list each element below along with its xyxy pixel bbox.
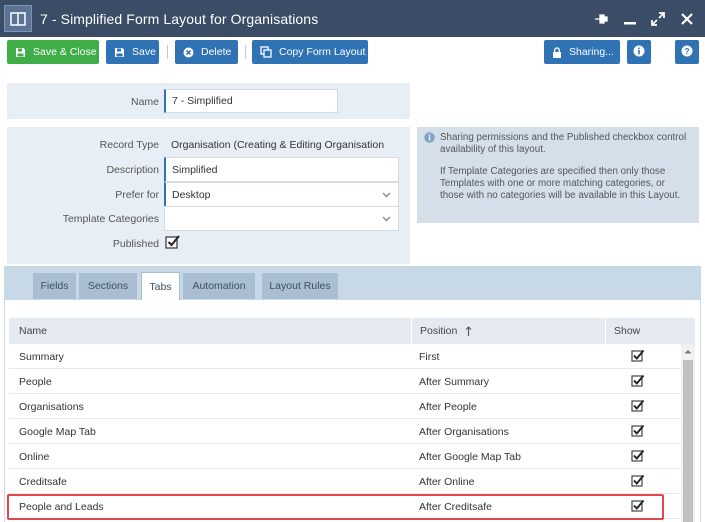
save-close-button[interactable]: Save & Close <box>7 40 99 64</box>
window-title: 7 - Simplified Form Layout for Organisat… <box>40 11 319 27</box>
record-type-label: Record Type <box>99 139 159 151</box>
toolbar: Save & Close Save Delete Copy Form Layou… <box>0 37 705 70</box>
description-field[interactable]: Simplified <box>164 157 399 182</box>
info-icon <box>424 132 435 146</box>
toolbar-divider <box>245 45 246 59</box>
info-paragraph-2: If Template Categories are specified the… <box>440 166 681 201</box>
layout-panel-icon[interactable] <box>4 5 32 32</box>
name-label: Name <box>130 96 159 108</box>
delete-button[interactable]: Delete <box>175 40 238 64</box>
delete-icon <box>183 47 194 58</box>
table-row[interactable]: Creditsafe After Online <box>9 469 681 494</box>
prefer-for-label: Prefer for <box>115 189 159 201</box>
save-button[interactable]: Save <box>106 40 159 64</box>
window-titlebar: 7 - Simplified Form Layout for Organisat… <box>0 0 705 37</box>
row-name: Google Map Tab <box>19 426 96 438</box>
info-icon <box>633 45 645 60</box>
header-divider <box>411 318 412 344</box>
table-row[interactable]: Organisations After People <box>9 394 681 419</box>
grid-scrollbar[interactable] <box>681 344 695 522</box>
table-row[interactable]: People After Summary <box>9 369 681 394</box>
help-icon: ? <box>681 45 693 60</box>
show-checkbox[interactable] <box>631 499 645 513</box>
description-label: Description <box>106 164 159 176</box>
save-icon <box>114 47 125 58</box>
minimize-icon[interactable] <box>620 9 640 29</box>
record-type-value: Organisation (Creating & Editing Organis… <box>171 139 385 151</box>
tab-tabs[interactable]: Tabs <box>141 272 180 300</box>
expand-icon[interactable] <box>648 9 668 29</box>
row-name: Summary <box>19 351 64 363</box>
info-button[interactable] <box>627 40 651 64</box>
show-checkbox[interactable] <box>631 474 645 488</box>
row-name: People <box>19 376 52 388</box>
name-field[interactable]: 7 - Simplified <box>164 89 338 113</box>
row-name: People and Leads <box>19 501 104 513</box>
sort-ascending-icon <box>465 325 472 337</box>
header-name[interactable]: Name <box>19 318 47 344</box>
row-position: First <box>419 351 440 363</box>
tab-strip: Fields Sections Tabs Automation Layout R… <box>4 266 701 300</box>
row-position: After Organisations <box>419 426 509 438</box>
template-categories-label: Template Categories <box>62 213 159 225</box>
header-show[interactable]: Show <box>614 318 640 344</box>
copy-form-layout-button[interactable]: Copy Form Layout <box>252 40 368 64</box>
lock-icon <box>552 46 562 58</box>
show-checkbox[interactable] <box>631 374 645 388</box>
published-checkbox[interactable] <box>165 234 181 250</box>
copy-icon <box>260 46 272 58</box>
tab-fields[interactable]: Fields <box>33 273 76 299</box>
close-icon[interactable] <box>677 9 697 29</box>
row-position: After Google Map Tab <box>419 451 521 463</box>
scroll-thumb[interactable] <box>683 360 693 522</box>
chevron-down-icon <box>382 189 391 201</box>
scroll-up-icon[interactable] <box>681 344 695 358</box>
info-text: Sharing permissions and the Published ch… <box>440 132 690 212</box>
info-paragraph-1: Sharing permissions and the Published ch… <box>440 132 687 155</box>
table-row[interactable]: Summary First <box>9 344 681 369</box>
tab-sections[interactable]: Sections <box>79 273 137 299</box>
svg-text:?: ? <box>684 46 689 56</box>
table-row[interactable]: Online After Google Map Tab <box>9 444 681 469</box>
tab-automation[interactable]: Automation <box>183 273 255 299</box>
table-row[interactable]: Google Map Tab After Organisations <box>9 419 681 444</box>
row-name: Organisations <box>19 401 84 413</box>
show-checkbox[interactable] <box>631 399 645 413</box>
show-checkbox[interactable] <box>631 449 645 463</box>
grid-header: Name Position Show <box>9 318 695 344</box>
published-label: Published <box>112 238 159 250</box>
help-button[interactable]: ? <box>675 40 699 64</box>
table-row[interactable]: People and Leads After Creditsafe <box>9 494 681 519</box>
prefer-for-select[interactable]: Desktop <box>164 182 399 207</box>
show-checkbox[interactable] <box>631 349 645 363</box>
row-position: After Online <box>419 476 475 488</box>
sharing-button[interactable]: Sharing... <box>544 40 620 64</box>
pin-icon[interactable] <box>591 9 611 29</box>
info-panel: Sharing permissions and the Published ch… <box>417 127 699 223</box>
row-position: After People <box>419 401 477 413</box>
show-checkbox[interactable] <box>631 424 645 438</box>
tab-layout-rules[interactable]: Layout Rules <box>262 273 338 299</box>
toolbar-divider <box>167 45 168 59</box>
header-divider <box>605 318 606 344</box>
row-position: After Creditsafe <box>419 501 492 513</box>
template-categories-select[interactable] <box>164 206 399 231</box>
row-position: After Summary <box>419 376 490 388</box>
row-name: Online <box>19 451 50 463</box>
row-name: Creditsafe <box>19 476 67 488</box>
save-icon <box>15 47 26 58</box>
chevron-down-icon <box>382 213 391 225</box>
header-position[interactable]: Position <box>420 318 472 344</box>
